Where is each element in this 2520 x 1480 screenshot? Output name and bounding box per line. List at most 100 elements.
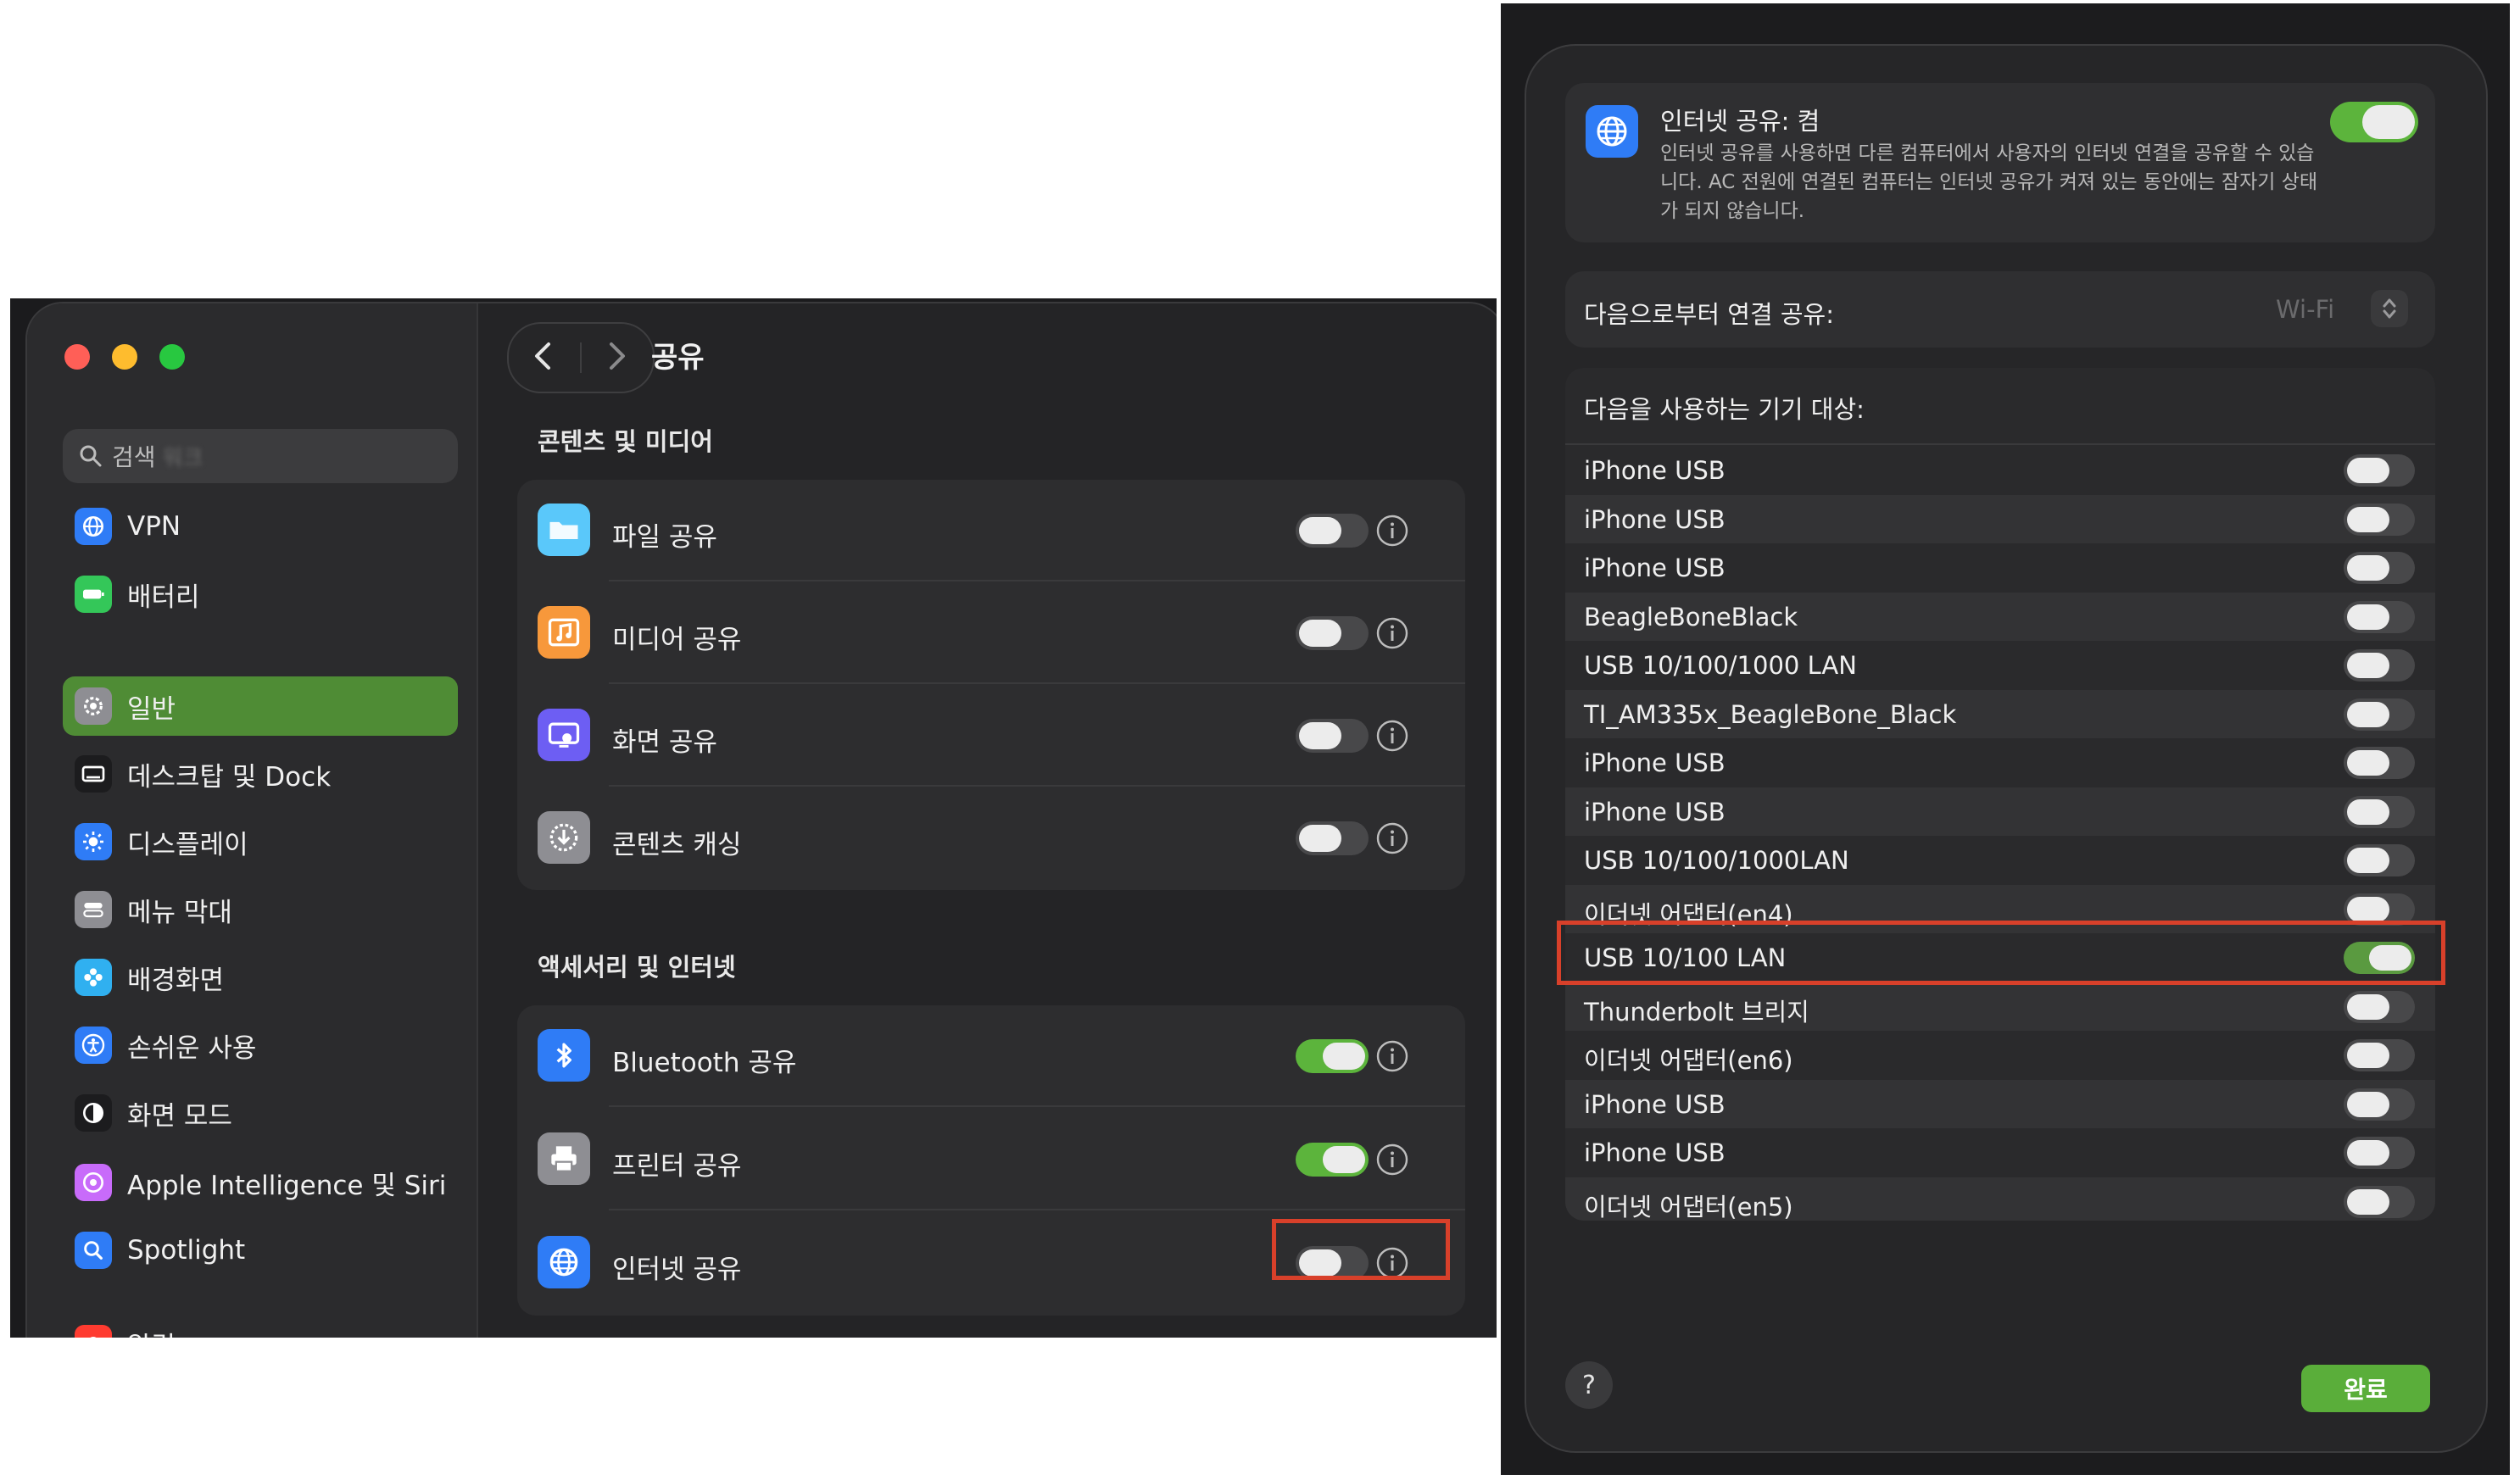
sidebar-item-10[interactable]: Spotlight <box>63 1221 458 1280</box>
back-button[interactable] <box>509 324 577 392</box>
sidebar-item-1[interactable]: 배터리 <box>63 565 458 624</box>
device-row: Thunderbolt 브리지 <box>1565 982 2435 1031</box>
navigation-buttons <box>507 322 655 393</box>
device-label: USB 10/100/1000LAN <box>1584 846 1849 875</box>
share-connection-from-row[interactable]: 다음으로부터 연결 공유: Wi-Fi <box>1565 271 2435 348</box>
gear-icon <box>75 687 112 725</box>
device-label: iPhone USB <box>1584 1089 1726 1119</box>
battery-icon <box>75 576 112 613</box>
device-toggle[interactable] <box>2344 747 2415 779</box>
device-label: iPhone USB <box>1584 748 1726 777</box>
display-sun-icon <box>75 823 112 860</box>
device-label: iPhone USB <box>1584 1138 1726 1167</box>
info-icon[interactable] <box>1375 719 1409 756</box>
sidebar-item-label: VPN <box>127 511 181 542</box>
sharing-row-label: 인터넷 공유 <box>612 1255 742 1285</box>
info-icon[interactable] <box>1375 1143 1409 1180</box>
content-media-card: 파일 공유 미디어 공유 화면 공유 콘텐츠 캐싱 <box>517 480 1465 890</box>
toggle-knob <box>1323 1146 1365 1173</box>
sharing-toggle[interactable] <box>1296 719 1369 753</box>
device-row: USB 10/100/1000LAN <box>1565 836 2435 885</box>
device-toggle[interactable] <box>2344 1185 2415 1218</box>
spotlight-search-icon <box>75 1232 112 1269</box>
popup-stepper-icon[interactable] <box>2371 290 2408 327</box>
internet-sharing-sheet-backdrop: 인터넷 공유: 켬 인터넷 공유를 사용하면 다른 컴퓨터에서 사용자의 인터넷… <box>1501 3 2510 1475</box>
device-toggle[interactable] <box>2344 600 2415 633</box>
sidebar-item-8[interactable]: 화면 모드 <box>63 1083 458 1143</box>
device-toggle[interactable] <box>2344 503 2415 536</box>
chevron-right-icon <box>606 341 628 375</box>
search-input[interactable]: 검색 워크 <box>63 429 458 483</box>
zoom-window-button[interactable] <box>159 344 185 370</box>
device-toggle[interactable] <box>2344 990 2415 1023</box>
sharing-row-label: 미디어 공유 <box>612 625 742 655</box>
sharing-toggle[interactable] <box>1296 1039 1369 1073</box>
device-toggle[interactable] <box>2344 795 2415 828</box>
device-label: Thunderbolt 브리지 <box>1584 997 1809 1027</box>
info-icon[interactable] <box>1375 616 1409 654</box>
device-toggle[interactable] <box>2344 1088 2415 1121</box>
device-toggle[interactable] <box>2344 698 2415 731</box>
device-toggle[interactable] <box>2344 649 2415 682</box>
toggle-knob <box>2347 701 2389 727</box>
media-music-icon <box>538 606 590 659</box>
toggle-knob <box>2347 604 2389 630</box>
toggle-knob <box>2347 1043 2389 1068</box>
internet-sharing-main-toggle[interactable] <box>2330 102 2418 142</box>
toggle-knob <box>2347 555 2389 581</box>
device-toggle[interactable] <box>2344 844 2415 876</box>
row-divider <box>609 1209 1465 1210</box>
sidebar-item-label: 화면 모드 <box>127 1100 232 1132</box>
search-icon <box>78 443 103 469</box>
chevron-left-icon <box>532 341 554 375</box>
device-row: TI_AM335x_BeagleBone_Black <box>1565 689 2435 738</box>
sidebar-item-label: 배터리 <box>127 581 200 613</box>
sidebar-item-0[interactable]: VPN <box>63 497 458 556</box>
device-row: iPhone USB <box>1565 543 2435 593</box>
sidebar-item-label: Apple Intelligence 및 Siri <box>127 1170 447 1201</box>
sharing-toggle[interactable] <box>1296 821 1369 855</box>
sidebar-item-5[interactable]: 메뉴 막대 <box>63 880 458 939</box>
sharing-row-0-1: 미디어 공유 <box>517 582 1465 684</box>
sharing-row-label: Bluetooth 공유 <box>612 1048 797 1078</box>
toggle-knob <box>2362 105 2415 139</box>
toggle-knob <box>2347 458 2389 483</box>
search-placeholder: 검색 <box>112 443 156 471</box>
done-button[interactable]: 완료 <box>2301 1365 2430 1412</box>
sidebar-item-7[interactable]: 손쉬운 사용 <box>63 1015 458 1075</box>
device-toggle[interactable] <box>2344 552 2415 584</box>
device-toggle[interactable] <box>2344 454 2415 487</box>
screen-share-icon <box>538 709 590 761</box>
info-icon[interactable] <box>1375 1039 1409 1077</box>
device-toggle[interactable] <box>2344 1137 2415 1169</box>
sharing-toggle[interactable] <box>1296 514 1369 548</box>
system-settings-window-frame: 검색 워크 VPN 배터리일반데스크탑 및 Dock 디스플레이메뉴 막대배경화면손… <box>10 298 1497 1338</box>
info-icon[interactable] <box>1375 514 1409 551</box>
sidebar: 검색 워크 VPN 배터리일반데스크탑 및 Dock 디스플레이메뉴 막대배경화면손… <box>27 303 478 1338</box>
help-button[interactable]: ? <box>1565 1361 1613 1409</box>
forward-button[interactable] <box>583 324 651 392</box>
share-from-value: Wi-Fi <box>2276 295 2335 324</box>
section-title-content-media: 콘텐츠 및 미디어 <box>538 427 713 456</box>
minimize-window-button[interactable] <box>112 344 137 370</box>
device-row: iPhone USB <box>1565 738 2435 787</box>
device-row: 이더넷 어댑터(en6) <box>1565 1031 2435 1080</box>
section-title-accessories-internet: 액세서리 및 인터넷 <box>538 953 736 982</box>
page-title: 공유 <box>651 341 705 375</box>
sidebar-item-4[interactable]: 디스플레이 <box>63 812 458 871</box>
row-divider <box>609 1105 1465 1107</box>
sidebar-item-3[interactable]: 데스크탑 및 Dock <box>63 744 458 804</box>
device-label: iPhone USB <box>1584 456 1726 485</box>
close-window-button[interactable] <box>64 344 90 370</box>
sidebar-item-9[interactable]: Apple Intelligence 및 Siri <box>63 1153 458 1212</box>
globe-icon <box>538 1236 590 1288</box>
info-icon[interactable] <box>1375 821 1409 859</box>
sidebar-item-label: 손쉬운 사용 <box>127 1032 257 1064</box>
sidebar-item-6[interactable]: 배경화면 <box>63 948 458 1007</box>
sidebar-item-11[interactable]: 알림 <box>63 1314 458 1338</box>
sharing-toggle[interactable] <box>1296 616 1369 650</box>
device-toggle[interactable] <box>2344 1039 2415 1071</box>
bell-icon <box>75 1325 112 1338</box>
sidebar-item-2[interactable]: 일반 <box>63 676 458 736</box>
sharing-toggle[interactable] <box>1296 1143 1369 1177</box>
